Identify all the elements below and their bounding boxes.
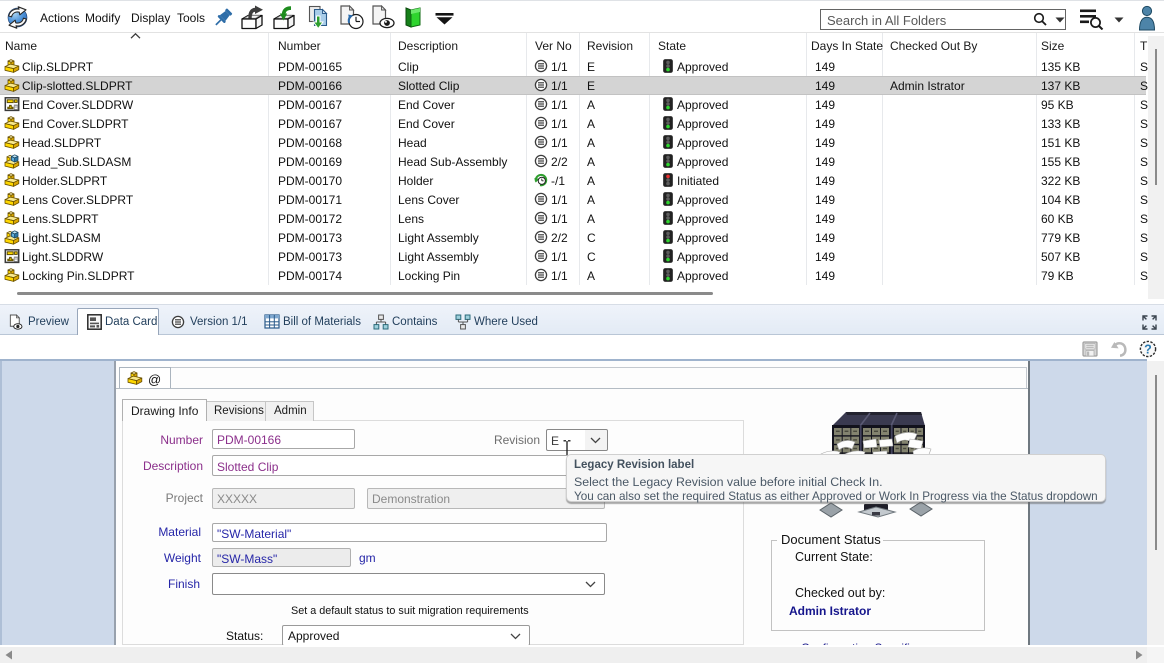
svg-text:?: ? bbox=[1144, 342, 1152, 356]
